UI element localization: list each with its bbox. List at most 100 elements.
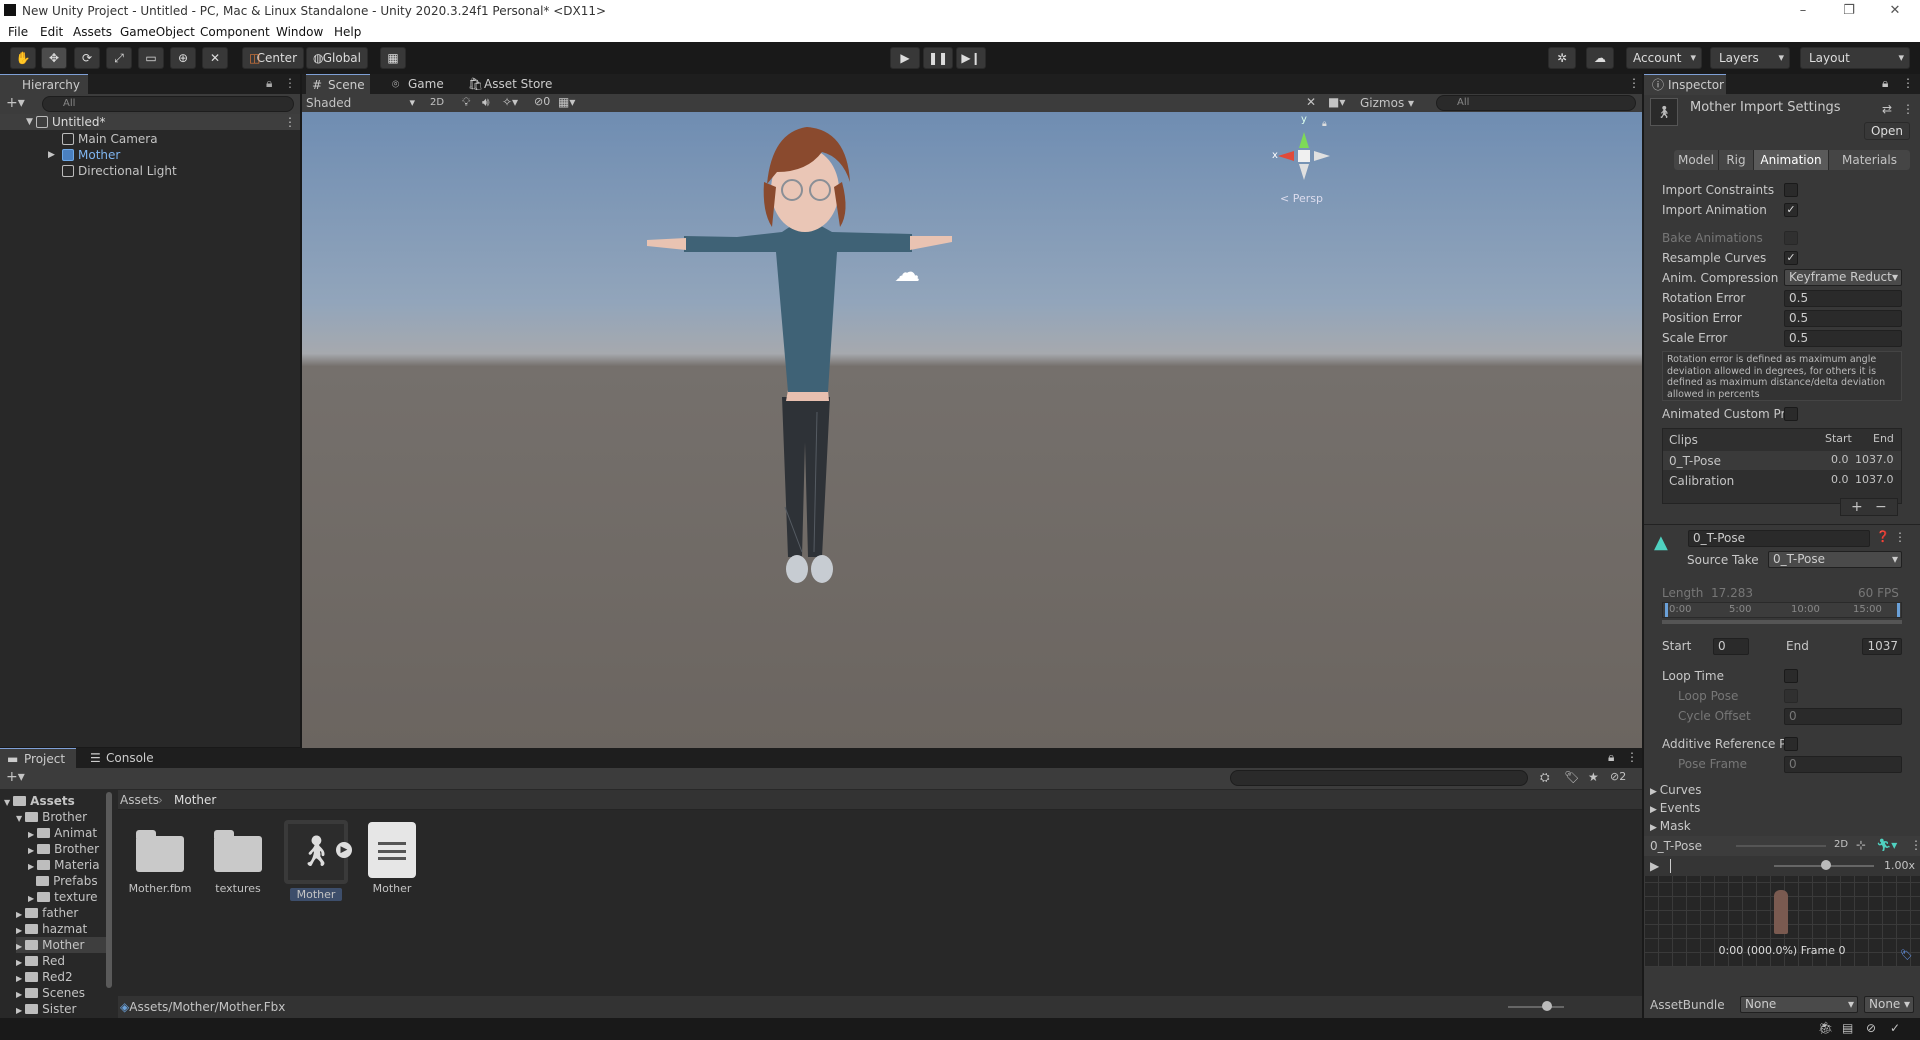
pivot-center-button[interactable]: ◫ Center	[242, 47, 304, 69]
tree-arrow-icon[interactable]: ▶	[28, 830, 34, 839]
gizmos-dropdown[interactable]: Gizmos ▾	[1360, 94, 1416, 112]
more-menu-icon[interactable]: ⋮	[1902, 102, 1914, 116]
maximize-icon[interactable]: ❐	[1826, 0, 1872, 22]
scene-search-input[interactable]: All	[1436, 95, 1636, 111]
icon-size-slider-thumb[interactable]	[1542, 1001, 1552, 1011]
search-by-label-icon[interactable]: 🏷︎	[1564, 770, 1579, 784]
grid-icon[interactable]: ▦▾	[558, 95, 575, 109]
favorite-icon[interactable]: ★	[1588, 770, 1599, 784]
tab-hierarchy[interactable]: Hierarchy	[0, 74, 88, 95]
more-menu-icon[interactable]: ⋮	[1626, 750, 1638, 764]
step-button[interactable]: ▶❙	[956, 47, 986, 69]
tree-arrow-icon[interactable]: ▶	[16, 910, 22, 919]
custom-tool-icon[interactable]: ✕	[202, 47, 228, 69]
tab-materials[interactable]: Materials	[1829, 150, 1910, 170]
debug-icon[interactable]: 🐞︎	[1818, 1021, 1833, 1035]
tree-arrow-icon[interactable]: ▼	[16, 814, 22, 823]
effects-icon[interactable]: ✧▾	[502, 95, 518, 109]
icon-size-slider[interactable]	[1508, 1006, 1564, 1008]
collab-icon[interactable]: ✲	[1548, 47, 1576, 69]
lock-icon[interactable]: 🔒︎	[266, 76, 272, 91]
expand-arrow-icon[interactable]: ▼	[26, 114, 33, 130]
orientation-gizmo-icon[interactable]	[1272, 124, 1336, 188]
search-by-type-icon[interactable]: ⛭	[1540, 770, 1550, 785]
add-icon[interactable]: +▾	[6, 769, 25, 785]
pivot-global-button[interactable]: ◍ Global	[306, 47, 368, 69]
more-menu-icon[interactable]: ⋮	[284, 76, 296, 90]
tree-arrow-icon[interactable]: ▶	[16, 1006, 22, 1015]
camera-icon[interactable]: ■▾	[1328, 95, 1345, 109]
tree-scrollbar[interactable]	[106, 792, 112, 988]
pause-button[interactable]: ❚❚	[923, 47, 953, 69]
tools-icon[interactable]: ✕	[1306, 95, 1316, 109]
menu-window[interactable]: Window	[276, 25, 323, 39]
project-tree-item[interactable]: ▼ Brother	[16, 809, 87, 825]
transform-tool-icon[interactable]: ⊕	[170, 47, 196, 69]
cloud-icon[interactable]: ☁	[1586, 47, 1614, 69]
tab-scene[interactable]: # Scene	[306, 74, 370, 95]
menu-component[interactable]: Component	[200, 25, 270, 39]
tree-arrow-icon[interactable]	[28, 878, 33, 887]
project-tree-item[interactable]: ▶ father	[16, 905, 78, 921]
close-icon[interactable]: ✕	[1872, 0, 1918, 22]
tree-arrow-icon[interactable]: ▶	[16, 974, 22, 983]
lock-icon[interactable]: 🔒︎	[1608, 750, 1614, 765]
settings-icon[interactable]: ⇄	[1882, 102, 1892, 116]
project-tree-item[interactable]: ▶ Red	[16, 953, 65, 969]
menu-help[interactable]: Help	[334, 25, 361, 39]
hierarchy-item[interactable]: ▶ Mother	[0, 147, 120, 163]
lock-icon[interactable]: 🔒︎	[1882, 76, 1888, 91]
account-dropdown[interactable]: Account	[1626, 47, 1702, 69]
more-menu-icon[interactable]: ⋮	[1902, 76, 1914, 90]
layout-dropdown[interactable]: Layout	[1800, 47, 1910, 69]
project-tree-item[interactable]: ▶ Red2	[16, 969, 73, 985]
rotate-tool-icon[interactable]: ⟳	[74, 47, 100, 69]
tree-arrow-icon[interactable]: ▶	[16, 958, 22, 967]
gizmo-lock-icon[interactable]: 🔒︎	[1322, 119, 1327, 129]
play-button[interactable]: ▶	[890, 47, 920, 69]
directional-light-gizmo-icon[interactable]: ☁	[894, 260, 926, 286]
more-menu-icon[interactable]: ⋮	[1628, 76, 1640, 90]
menu-edit[interactable]: Edit	[40, 25, 63, 39]
hierarchy-item[interactable]: Main Camera	[0, 131, 158, 147]
scene-menu-icon[interactable]: ⋮	[284, 114, 296, 130]
move-tool-icon[interactable]: ✥	[41, 47, 67, 69]
tab-asset-store[interactable]: 🛍︎ Asset Store	[462, 74, 562, 95]
tab-model[interactable]: Model	[1674, 150, 1718, 170]
project-tree-item[interactable]: ▶ Mother	[16, 937, 108, 953]
hierarchy-item[interactable]: Directional Light	[0, 163, 177, 179]
layers-dropdown[interactable]: Layers	[1710, 47, 1790, 69]
rect-tool-icon[interactable]: ▭	[138, 47, 164, 69]
add-icon[interactable]: +▾	[6, 95, 25, 111]
minimize-icon[interactable]: –	[1780, 0, 1826, 22]
stack-icon[interactable]: ▤	[1842, 1021, 1853, 1035]
breadcrumb-mother[interactable]: Mother	[174, 793, 216, 807]
hierarchy-search-input[interactable]: All	[42, 96, 294, 112]
project-tree-item[interactable]: ▼ Assets	[4, 793, 75, 809]
breadcrumb-assets[interactable]: Assets	[120, 793, 159, 807]
project-tree-item[interactable]: ▶ texture	[28, 889, 98, 905]
project-tree-item[interactable]: ▶ Materia	[28, 857, 100, 873]
open-button[interactable]: Open	[1864, 122, 1910, 140]
project-tree-item[interactable]: ▶ Sister	[16, 1001, 76, 1017]
tab-animation[interactable]: Animation	[1754, 150, 1828, 170]
tab-rig[interactable]: Rig	[1719, 150, 1753, 170]
persp-label[interactable]: < Persp	[1280, 192, 1323, 205]
hand-tool-icon[interactable]: ✋	[10, 47, 36, 69]
asset-item-selected[interactable]: 🚶︎ ▶ Mother	[284, 820, 352, 901]
menu-gameobject[interactable]: GameObject	[120, 25, 195, 39]
hidden-objects-icon[interactable]: ⊘0	[534, 95, 550, 108]
expand-arrow-icon[interactable]: ▶	[48, 147, 55, 163]
scale-tool-icon[interactable]: ⤢	[106, 47, 132, 69]
bake-icon[interactable]: ⊘	[1866, 1021, 1876, 1035]
project-tree-item[interactable]: Prefabs	[28, 873, 98, 889]
project-tree-item[interactable]: ▶ Animat	[28, 825, 97, 841]
scene-root-row[interactable]: ▼ Untitled* ⋮	[0, 114, 300, 130]
tab-game[interactable]: ⌾ Game	[386, 74, 450, 95]
project-tree-item[interactable]: ▶ Scenes	[16, 985, 85, 1001]
grid-snap-icon[interactable]: ▦	[380, 47, 406, 69]
tree-arrow-icon[interactable]: ▶	[28, 894, 34, 903]
tree-arrow-icon[interactable]: ▶	[16, 990, 22, 999]
tree-arrow-icon[interactable]: ▼	[4, 798, 10, 807]
menu-file[interactable]: File	[8, 25, 28, 39]
